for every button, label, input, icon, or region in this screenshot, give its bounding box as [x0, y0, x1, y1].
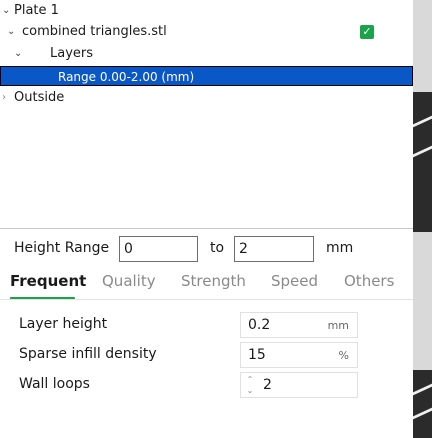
- tree-item-range[interactable]: Range 0.00-2.00 (mm): [0, 66, 413, 86]
- setting-value: 0.2: [248, 317, 271, 333]
- tree-item-outside[interactable]: › Outside: [0, 87, 413, 109]
- tab-strength[interactable]: Strength: [181, 272, 246, 290]
- tab-others[interactable]: Others: [344, 272, 394, 290]
- setting-unit: mm: [327, 319, 349, 332]
- sparse-infill-density-input[interactable]: 15 %: [240, 342, 358, 368]
- range-to-input[interactable]: 2: [234, 236, 314, 262]
- outside-label: Outside: [14, 90, 65, 105]
- viewport-model: [413, 370, 432, 438]
- setting-value: 15: [248, 347, 266, 363]
- layer-height-input[interactable]: 0.2 mm: [240, 312, 358, 338]
- chevron-down-icon[interactable]: ⌄: [7, 21, 15, 43]
- tree-item-layers[interactable]: ⌄ Layers: [0, 43, 413, 65]
- setting-value: 2: [263, 377, 272, 393]
- viewport-model: [413, 92, 432, 232]
- wall-loops-spinbox[interactable]: ⌃ ⌄ 2: [240, 372, 358, 398]
- setting-label: Wall loops: [19, 376, 90, 392]
- object-label: combined triangles.stl: [22, 24, 167, 39]
- setting-sparse-infill-density: Sparse infill density 15 %: [0, 342, 413, 368]
- divider: [0, 299, 413, 300]
- setting-wall-loops: Wall loops ⌃ ⌄ 2: [0, 372, 413, 398]
- setting-layer-height: Layer height 0.2 mm: [0, 312, 413, 338]
- tab-quality[interactable]: Quality: [102, 272, 156, 290]
- range-from-input[interactable]: 0: [119, 236, 198, 262]
- chevron-down-icon[interactable]: ⌄: [14, 43, 22, 65]
- spin-arrows-icon[interactable]: ⌃ ⌄: [245, 374, 255, 396]
- height-range: Height Range 0 to 2 mm: [0, 236, 413, 264]
- range-unit: mm: [326, 240, 354, 256]
- visible-checkbox[interactable]: ✓: [360, 25, 374, 39]
- height-range-label: Height Range: [14, 240, 110, 256]
- layers-label: Layers: [50, 46, 94, 61]
- range-to-label: to: [210, 240, 225, 256]
- tree-item-plate[interactable]: ⌄ Plate 1: [0, 0, 413, 22]
- chevron-right-icon[interactable]: ›: [2, 87, 6, 109]
- 3d-viewport[interactable]: [413, 0, 432, 438]
- setting-label: Layer height: [19, 316, 108, 332]
- chevron-down-icon[interactable]: ⌄: [2, 0, 10, 22]
- settings-tabs: Frequent Quality Strength Speed Others: [0, 272, 413, 300]
- tab-speed[interactable]: Speed: [271, 272, 318, 290]
- tree-item-object[interactable]: ⌄ combined triangles.stl ✓: [0, 21, 413, 43]
- range-label: Range 0.00-2.00 (mm): [58, 70, 195, 84]
- tab-frequent[interactable]: Frequent: [10, 272, 86, 290]
- setting-unit: %: [338, 349, 349, 362]
- setting-label: Sparse infill density: [19, 346, 157, 362]
- plate-label: Plate 1: [14, 3, 59, 18]
- object-tree: ⌄ Plate 1 ⌄ combined triangles.stl ✓ ⌄ L…: [0, 0, 413, 229]
